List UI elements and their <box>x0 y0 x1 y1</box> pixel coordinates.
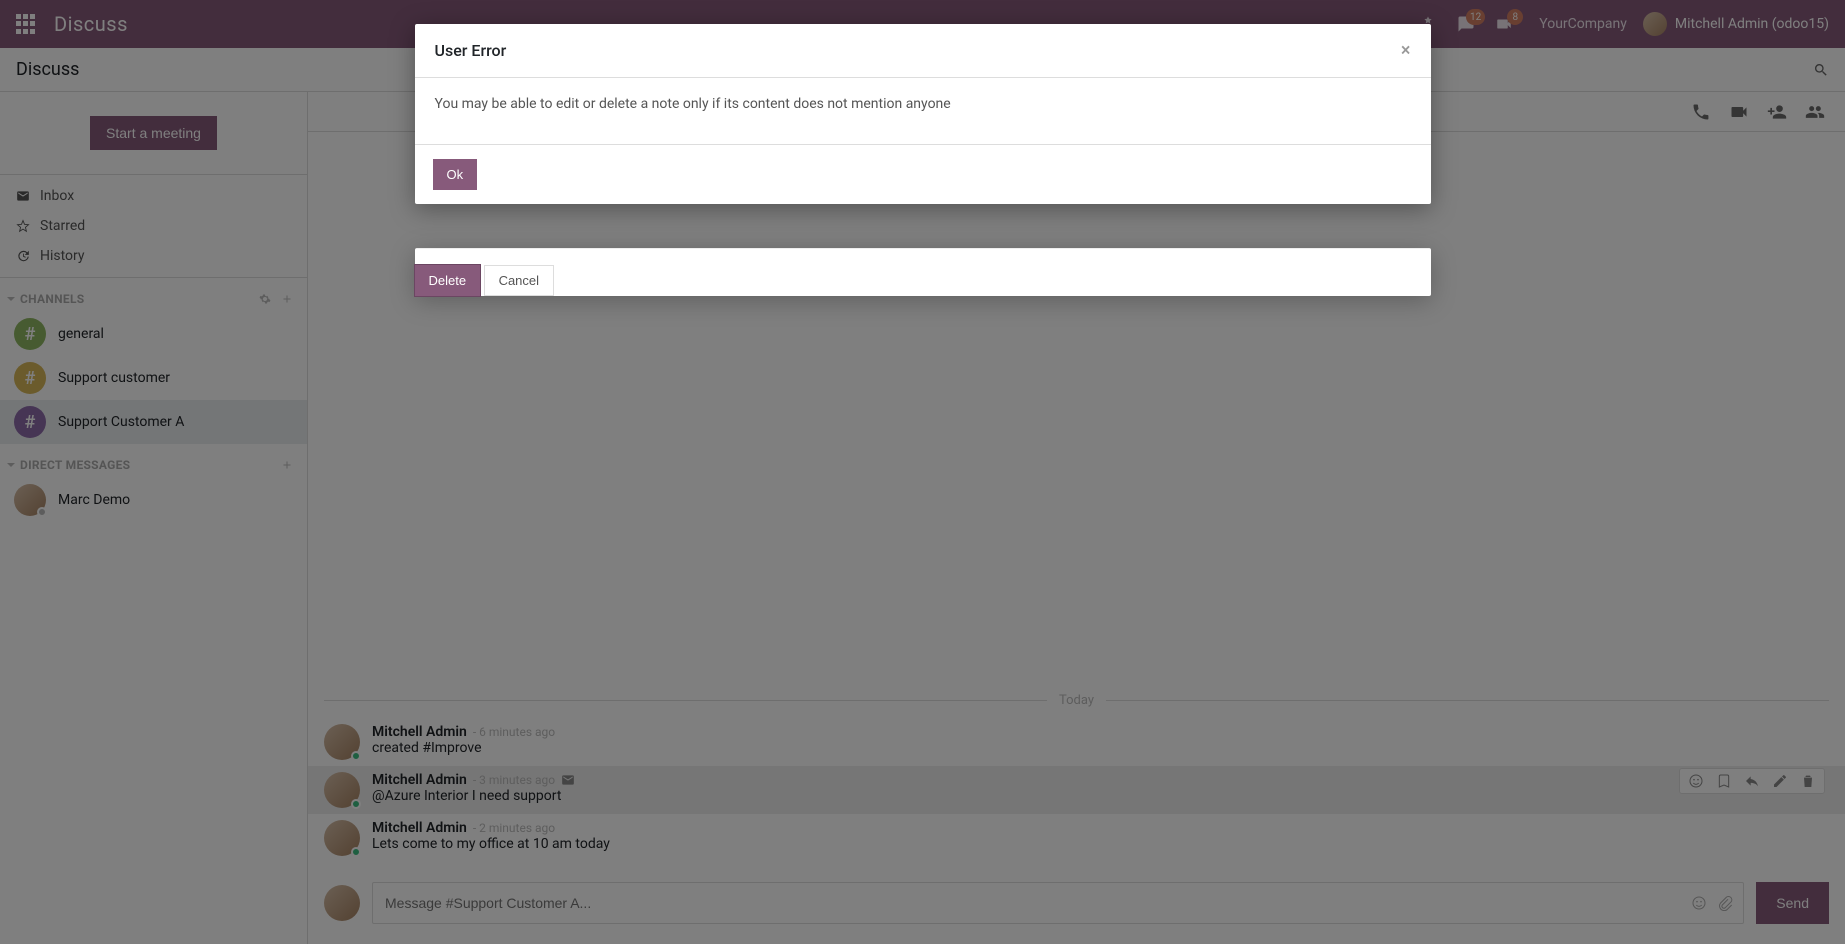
modal-title: User Error <box>435 41 507 60</box>
user-error-modal: User Error × You may be able to edit or … <box>415 24 1431 204</box>
ok-button[interactable]: Ok <box>433 159 478 190</box>
close-icon[interactable]: × <box>1401 40 1411 61</box>
cancel-button[interactable]: Cancel <box>484 265 554 296</box>
modal-overlay[interactable]: User Error × You may be able to edit or … <box>0 0 1845 944</box>
modal-body-text: You may be able to edit or delete a note… <box>435 96 951 112</box>
delete-button[interactable]: Delete <box>415 265 481 296</box>
confirm-delete-modal: Delete Cancel <box>415 248 1431 296</box>
